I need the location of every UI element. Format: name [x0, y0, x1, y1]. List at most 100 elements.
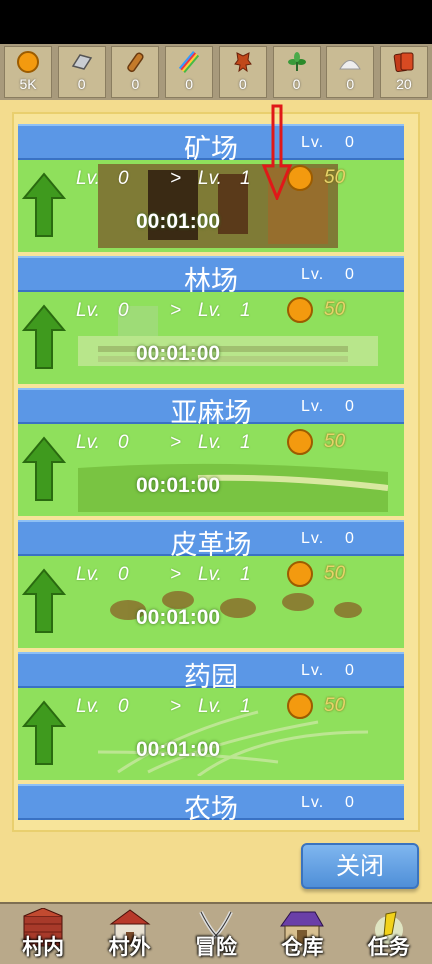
- upgrade-cost: 50: [324, 299, 346, 320]
- current-level-label: Lv.: [76, 300, 100, 321]
- close-button[interactable]: 关闭: [301, 843, 419, 889]
- resource-linen: 0: [165, 46, 214, 98]
- resource-bar: 5K 0 0 0 0 0 0 20: [0, 44, 432, 100]
- resource-value: 0: [131, 76, 140, 92]
- resource-leather: 0: [218, 46, 267, 98]
- current-level-value: 0: [118, 696, 129, 717]
- resource-iron: 0: [57, 46, 106, 98]
- nav-label: 冒险: [194, 935, 237, 959]
- resource-wood: 0: [111, 46, 160, 98]
- upgrade-cost: 50: [324, 695, 346, 716]
- upgrade-arrow-icon[interactable]: [22, 436, 66, 502]
- level-arrow: >: [170, 300, 182, 321]
- current-level-value: 0: [118, 432, 129, 453]
- level-label: Lv.: [301, 530, 325, 547]
- upgrade-row[interactable]: Lv. 0 > Lv. 1 50 00:01:00: [18, 688, 404, 780]
- level-value: 0: [345, 794, 354, 811]
- resource-value: 0: [185, 76, 193, 92]
- upgrade-arrow-icon[interactable]: [22, 304, 66, 370]
- level-value: 0: [345, 134, 354, 151]
- resource-value: 0: [346, 76, 355, 92]
- nav-village-outside[interactable]: 村外: [90, 904, 170, 964]
- status-bar: [0, 0, 432, 44]
- upgrade-row[interactable]: Lv. 0 > Lv. 1 50 00:01:00: [18, 424, 404, 516]
- building-header: 药园 Lv. 0: [18, 652, 404, 693]
- nav-label: 村外: [108, 935, 151, 959]
- upgrade-row[interactable]: Lv. 0 > Lv. 1 50 00:01:00: [18, 556, 404, 648]
- resource-value: 5K: [19, 76, 37, 92]
- nav-adventure[interactable]: 冒险: [176, 904, 256, 964]
- level-arrow: >: [170, 564, 182, 585]
- building-header: 林场 Lv. 0: [18, 256, 404, 297]
- resource-value: 20: [396, 76, 412, 92]
- level-value: 0: [345, 662, 354, 679]
- level-value: 0: [345, 266, 354, 283]
- level-label: Lv.: [301, 662, 325, 679]
- red-down-arrow-icon: [262, 104, 292, 200]
- nav-label: 仓库: [281, 935, 324, 959]
- resource-value: 0: [238, 76, 247, 92]
- current-level-label: Lv.: [76, 564, 100, 585]
- building-header: 亚麻场 Lv. 0: [18, 388, 404, 429]
- level-value: 0: [345, 530, 354, 547]
- upgrade-time: 00:01:00: [136, 342, 221, 365]
- next-level-label: Lv.: [198, 300, 222, 321]
- resource-cards: 20: [379, 46, 428, 98]
- resource-value: 0: [77, 76, 86, 92]
- upgrade-arrow-icon[interactable]: [22, 172, 66, 238]
- next-level-label: Lv.: [198, 696, 222, 717]
- building-upgrade-list[interactable]: 矿场 Lv. 0 Lv. 0 > Lv. 1 50 00:01:00 林场 Lv…: [18, 124, 404, 824]
- upgrade-time: 00:01:00: [136, 738, 221, 761]
- next-level-label: Lv.: [198, 564, 222, 585]
- resource-gold: 5K: [4, 46, 52, 98]
- herb-icon: [285, 50, 309, 74]
- next-level-value: 1: [240, 300, 251, 321]
- resource-value: 0: [292, 76, 301, 92]
- current-level-value: 0: [118, 564, 129, 585]
- resource-herb: 0: [272, 46, 321, 98]
- upgrade-arrow-icon[interactable]: [22, 700, 66, 766]
- current-level-value: 0: [118, 168, 129, 189]
- upgrade-cost: 50: [324, 431, 346, 452]
- nav-warehouse[interactable]: 仓库: [262, 904, 342, 964]
- building-header: 农场 Lv. 0: [18, 784, 404, 824]
- level-label: Lv.: [301, 398, 325, 415]
- upgrade-row[interactable]: Lv. 0 > Lv. 1 50 00:01:00: [18, 160, 404, 252]
- gold-coin-icon: [287, 297, 313, 323]
- next-level-value: 1: [240, 696, 251, 717]
- upgrade-cost: 50: [324, 563, 346, 584]
- cards-icon: [392, 50, 416, 74]
- level-arrow: >: [170, 432, 182, 453]
- next-level-value: 1: [240, 432, 251, 453]
- nav-quest[interactable]: 任务: [349, 904, 429, 964]
- leather-hide-icon: [231, 50, 255, 74]
- linen-roll-icon: [177, 50, 201, 74]
- current-level-label: Lv.: [76, 168, 100, 189]
- next-level-label: Lv.: [198, 432, 222, 453]
- current-level-label: Lv.: [76, 696, 100, 717]
- level-label: Lv.: [301, 134, 325, 151]
- next-level-value: 1: [240, 168, 251, 189]
- upgrade-time: 00:01:00: [136, 210, 221, 233]
- gold-coin-icon: [287, 429, 313, 455]
- building-header: 矿场 Lv. 0: [18, 124, 404, 165]
- upgrade-arrow-icon[interactable]: [22, 568, 66, 634]
- level-value: 0: [345, 398, 354, 415]
- nav-label: 村内: [22, 935, 65, 959]
- current-level-label: Lv.: [76, 432, 100, 453]
- upgrade-time: 00:01:00: [136, 606, 221, 629]
- next-level-value: 1: [240, 564, 251, 585]
- building-header: 皮革场 Lv. 0: [18, 520, 404, 561]
- nav-village-inside[interactable]: 村内: [3, 904, 83, 964]
- nav-label: 任务: [367, 935, 410, 959]
- upgrade-row[interactable]: Lv. 0 > Lv. 1 50 00:01:00: [18, 292, 404, 384]
- level-arrow: >: [170, 168, 182, 189]
- gold-coin-icon: [287, 561, 313, 587]
- current-level-value: 0: [118, 300, 129, 321]
- level-label: Lv.: [301, 794, 325, 811]
- level-label: Lv.: [301, 266, 325, 283]
- next-level-label: Lv.: [198, 168, 222, 189]
- resource-salt: 0: [326, 46, 375, 98]
- upgrade-cost: 50: [324, 167, 346, 188]
- salt-pile-icon: [338, 50, 362, 74]
